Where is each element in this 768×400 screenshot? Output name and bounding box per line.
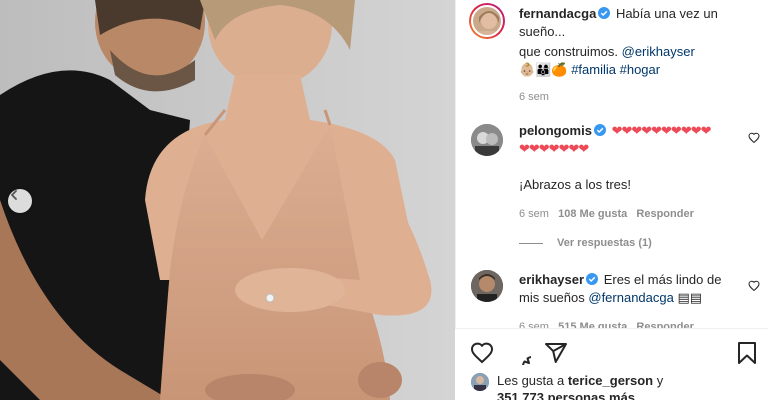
comment-text: ¡Abrazos a los tres!: [519, 177, 631, 192]
avatar-image: [479, 11, 499, 35]
caption-line3: que construimos.: [519, 44, 618, 59]
comment-emoji: ▤▤: [677, 290, 703, 305]
comment-mention[interactable]: @fernandacga: [588, 290, 673, 305]
post-caption: fernandacga Había una vez un sueño... qu…: [519, 5, 759, 103]
heart-icon[interactable]: [470, 341, 494, 365]
verified-badge-icon: [593, 124, 606, 136]
comment-likes[interactable]: 108 Me gusta: [558, 208, 627, 220]
liker-avatar[interactable]: [471, 373, 489, 391]
like-comment-heart-icon[interactable]: [748, 280, 760, 292]
post-photo[interactable]: [0, 0, 455, 400]
author-username[interactable]: fernandacga: [519, 6, 596, 21]
post-image: [0, 0, 455, 400]
author-avatar[interactable]: [469, 3, 505, 39]
chevron-left-icon: [11, 190, 17, 200]
avatar-image: [471, 124, 503, 156]
comment-time[interactable]: 6 sem: [519, 208, 549, 220]
replies-divider: [519, 242, 543, 244]
caption-mention[interactable]: @erikhayser: [622, 44, 695, 59]
share-icon[interactable]: [544, 341, 568, 365]
caption-emoji: 👶🏼👨‍👩‍👦🍊: [519, 62, 568, 77]
verified-badge-icon: [586, 273, 599, 285]
like-comment-heart-icon[interactable]: [748, 132, 760, 144]
commenter-avatar-erikhayser[interactable]: [471, 270, 503, 302]
comment-username[interactable]: pelongomis: [519, 123, 592, 138]
comment-hearts-line2: ❤❤❤❤❤❤❤: [519, 141, 589, 156]
reply-button[interactable]: Responder: [636, 208, 693, 220]
caption-line1: Había una vez un: [615, 6, 718, 21]
comment-hearts-line1: ❤❤❤❤❤❤❤❤❤❤: [611, 123, 712, 138]
comment-icon[interactable]: [507, 341, 531, 365]
comment-text-line2: mis sueños: [519, 290, 585, 305]
hashtag-familia[interactable]: #familia: [571, 62, 616, 77]
caption-time[interactable]: 6 sem: [519, 91, 759, 103]
comment-erikhayser: erikhayser Eres el más lindo de mis sueñ…: [519, 271, 739, 333]
liker-username[interactable]: terice_gerson: [568, 373, 653, 388]
likes-conj: y: [656, 373, 664, 388]
likes-summary: Les gusta a terice_gerson y 351,773 pers…: [497, 372, 757, 400]
commenter-avatar-pelongomis[interactable]: [471, 124, 503, 156]
likes-count[interactable]: 351,773 personas más: [497, 390, 635, 400]
previous-photo-button[interactable]: [8, 189, 32, 213]
comment-username[interactable]: erikhayser: [519, 272, 584, 287]
avatar-image: [471, 270, 503, 302]
caption-line2: sueño...: [519, 24, 566, 39]
post-action-bar: Les gusta a terice_gerson y 351,773 pers…: [455, 328, 768, 400]
verified-badge-icon: [598, 7, 611, 19]
comment-pelongomis: pelongomis ❤❤❤❤❤❤❤❤❤❤ ❤❤❤❤❤❤❤ ¡Abrazos a…: [519, 122, 739, 249]
view-replies-button[interactable]: Ver respuestas (1): [557, 237, 652, 249]
comment-text-line1: Eres el más lindo de: [603, 272, 722, 287]
likes-prefix: Les gusta a: [497, 373, 565, 388]
hashtag-hogar[interactable]: #hogar: [620, 62, 660, 77]
avatar-image: [471, 373, 489, 391]
bookmark-icon[interactable]: [735, 341, 759, 365]
